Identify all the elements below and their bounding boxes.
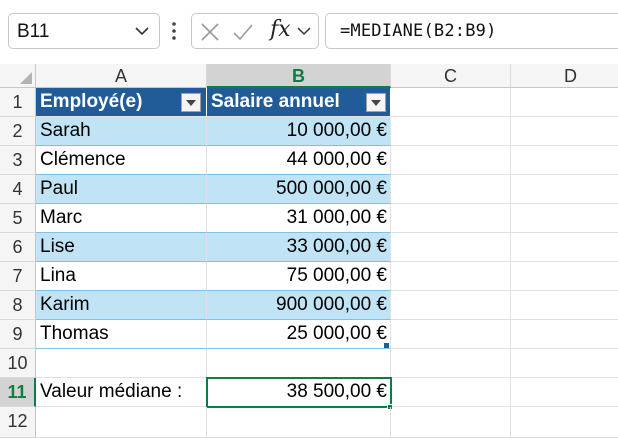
name-box[interactable]: B11	[8, 13, 160, 49]
table-cell-employee[interactable]: Lise	[36, 233, 207, 262]
table-cell-employee[interactable]: Karim	[36, 291, 207, 320]
table-header-salary[interactable]: Salaire annuel	[207, 88, 391, 117]
cell-c9[interactable]	[391, 320, 511, 349]
row-header-5[interactable]: 5	[0, 204, 36, 233]
median-value-cell[interactable]: 38 500,00 €	[207, 378, 391, 407]
cell-d10[interactable]	[511, 349, 618, 378]
row-header-1[interactable]: 1	[0, 88, 36, 117]
cell-c8[interactable]	[391, 291, 511, 320]
table-cell-employee[interactable]: Sarah	[36, 117, 207, 146]
cell-d9[interactable]	[511, 320, 618, 349]
table-cell-salary[interactable]: 33 000,00 €	[207, 233, 391, 262]
cell-b10[interactable]	[207, 349, 391, 378]
table-resize-handle[interactable]	[384, 343, 389, 348]
cell-b12[interactable]	[207, 407, 391, 438]
table-cell-employee[interactable]: Clémence	[36, 146, 207, 175]
table-cell-salary[interactable]: 25 000,00 €	[207, 320, 391, 349]
cell-c11[interactable]	[391, 378, 511, 407]
table-cell-salary[interactable]: 900 000,00 €	[207, 291, 391, 320]
cell-d5[interactable]	[511, 204, 618, 233]
cell-a12[interactable]	[36, 407, 207, 438]
cell-d11[interactable]	[511, 378, 618, 407]
chevron-down-icon	[186, 100, 196, 106]
cell-c4[interactable]	[391, 175, 511, 204]
table-cell-salary[interactable]: 31 000,00 €	[207, 204, 391, 233]
row-header-6[interactable]: 6	[0, 233, 36, 262]
table-cell-employee[interactable]: Thomas	[36, 320, 207, 349]
formula-buttons: fx	[191, 13, 319, 49]
cell-d1[interactable]	[511, 88, 618, 117]
row-header-4[interactable]: 4	[0, 175, 36, 204]
cell-d3[interactable]	[511, 146, 618, 175]
cell-c7[interactable]	[391, 262, 511, 291]
select-all-button[interactable]	[0, 64, 36, 88]
cell-d2[interactable]	[511, 117, 618, 146]
row-header-12[interactable]: 12	[0, 407, 36, 438]
column-header-c[interactable]: C	[391, 64, 511, 88]
check-icon[interactable]	[232, 22, 254, 42]
filter-dropdown-button[interactable]	[181, 93, 201, 112]
cell-d4[interactable]	[511, 175, 618, 204]
column-header-b[interactable]: B	[207, 64, 391, 88]
name-box-value: B11	[17, 21, 50, 42]
column-header-a[interactable]: A	[36, 64, 207, 88]
cell-c5[interactable]	[391, 204, 511, 233]
row-header-9[interactable]: 9	[0, 320, 36, 349]
row-header-10[interactable]: 10	[0, 349, 36, 378]
table-cell-salary[interactable]: 44 000,00 €	[207, 146, 391, 175]
chevron-down-icon	[371, 100, 381, 106]
formula-bar: B11 fx =MEDIANE(B2:B9)	[0, 0, 618, 64]
cell-d6[interactable]	[511, 233, 618, 262]
median-label-cell[interactable]: Valeur médiane :	[36, 378, 207, 407]
table-cell-employee[interactable]: Paul	[36, 175, 207, 204]
cell-c2[interactable]	[391, 117, 511, 146]
spreadsheet-grid: A B C D 1 2 3 4 5 6 7 8 9 10 11 12 Emplo…	[0, 64, 618, 438]
cell-d12[interactable]	[511, 407, 618, 438]
table-cell-employee[interactable]: Lina	[36, 262, 207, 291]
formula-text: =MEDIANE(B2:B9)	[340, 21, 497, 41]
cell-a10[interactable]	[36, 349, 207, 378]
more-options-icon[interactable]	[170, 20, 178, 42]
cell-d7[interactable]	[511, 262, 618, 291]
table-cell-salary[interactable]: 75 000,00 €	[207, 262, 391, 291]
chevron-down-icon[interactable]	[133, 22, 151, 40]
filter-dropdown-button[interactable]	[366, 93, 386, 112]
cell-c6[interactable]	[391, 233, 511, 262]
table-cell-employee[interactable]: Marc	[36, 204, 207, 233]
cell-c12[interactable]	[391, 407, 511, 438]
cell-c3[interactable]	[391, 146, 511, 175]
table-header-label: Salaire annuel	[211, 91, 340, 112]
cell-c10[interactable]	[391, 349, 511, 378]
table-header-label: Employé(e)	[40, 91, 143, 112]
cell-d8[interactable]	[511, 291, 618, 320]
cell-c1[interactable]	[391, 88, 511, 117]
row-header-2[interactable]: 2	[0, 117, 36, 146]
formula-input[interactable]: =MEDIANE(B2:B9)	[325, 13, 618, 49]
column-header-d[interactable]: D	[511, 64, 618, 88]
chevron-down-icon[interactable]	[296, 23, 312, 39]
table-cell-salary[interactable]: 500 000,00 €	[207, 175, 391, 204]
row-header-8[interactable]: 8	[0, 291, 36, 320]
row-header-3[interactable]: 3	[0, 146, 36, 175]
table-cell-salary[interactable]: 10 000,00 €	[207, 117, 391, 146]
cancel-icon[interactable]	[200, 22, 220, 42]
row-header-11[interactable]: 11	[0, 378, 36, 407]
insert-function-icon[interactable]: fx	[270, 17, 291, 42]
row-header-7[interactable]: 7	[0, 262, 36, 291]
